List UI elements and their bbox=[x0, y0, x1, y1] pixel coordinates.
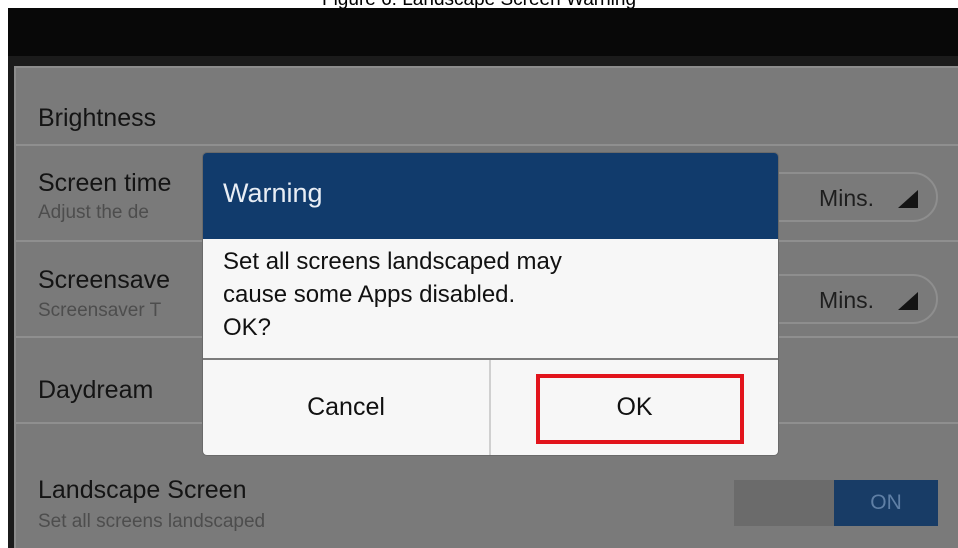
setting-title: Screensave bbox=[38, 266, 171, 294]
dropdown-value: Mins. bbox=[819, 185, 874, 211]
setting-subtitle: Adjust the de bbox=[38, 202, 149, 223]
landscape-screen-toggle[interactable]: ON bbox=[734, 480, 938, 526]
dropdown-arrow-icon bbox=[898, 190, 918, 208]
cancel-button[interactable]: Cancel bbox=[203, 360, 489, 455]
toggle-on-label: ON bbox=[834, 480, 938, 526]
dialog-message-line: cause some Apps disabled. bbox=[223, 281, 516, 308]
dialog-header: Warning bbox=[203, 153, 778, 239]
dropdown-arrow-icon bbox=[898, 292, 918, 310]
setting-subtitle: Set all screens landscaped bbox=[38, 511, 266, 532]
setting-row-brightness[interactable]: Brightness bbox=[16, 68, 958, 146]
dialog-title: Warning bbox=[223, 178, 323, 208]
dialog-message-line: OK? bbox=[223, 314, 272, 341]
device-screen: Brightness Screen time Adjust the de Min… bbox=[8, 8, 958, 548]
setting-subtitle: Screensaver T bbox=[38, 300, 162, 321]
setting-title: Screen time bbox=[38, 169, 172, 197]
dialog-message-line: Set all screens landscaped may bbox=[223, 248, 562, 275]
setting-title: Daydream bbox=[38, 376, 154, 404]
setting-title: Brightness bbox=[38, 104, 157, 132]
ok-button-highlight-box bbox=[536, 374, 744, 444]
dialog-body: Set all screens landscaped may cause som… bbox=[203, 239, 778, 358]
setting-row-landscape-screen[interactable]: Landscape Screen Set all screens landsca… bbox=[16, 464, 958, 548]
dialog-message: Set all screens landscaped may cause som… bbox=[223, 245, 763, 344]
dropdown-value: Mins. bbox=[819, 287, 874, 313]
status-bar bbox=[8, 8, 958, 56]
setting-title: Landscape Screen bbox=[38, 476, 247, 504]
